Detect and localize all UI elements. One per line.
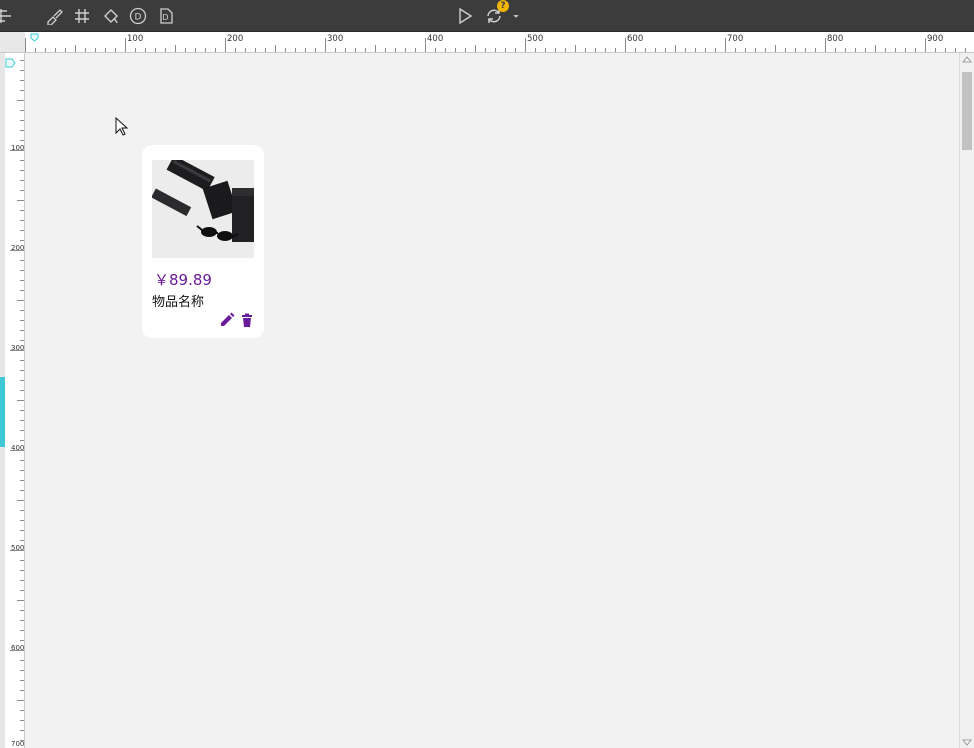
d-page-icon[interactable]: D xyxy=(156,6,176,26)
product-card[interactable]: ￥89.89 物品名称 xyxy=(142,145,264,338)
svg-text:D: D xyxy=(162,13,168,22)
ruler-top-label: 600 xyxy=(627,34,644,44)
ruler-left-label: 400 xyxy=(11,444,25,452)
scroll-down-icon[interactable] xyxy=(962,737,972,747)
fill-icon[interactable] xyxy=(100,6,120,26)
scrollbar-thumb[interactable] xyxy=(962,72,972,150)
product-name: 物品名称 xyxy=(152,295,205,310)
ruler-origin-marker-icon[interactable] xyxy=(30,33,39,42)
ruler-top-label: 300 xyxy=(327,34,344,44)
ruler-left-marker-icon[interactable] xyxy=(5,58,16,68)
dropdown-arrow-icon[interactable] xyxy=(508,6,524,26)
play-icon[interactable] xyxy=(455,6,475,26)
ruler-top-label: 200 xyxy=(227,34,244,44)
ruler-top: 100 200 300 400 500 600 700 800 900 xyxy=(25,32,974,53)
delete-icon[interactable] xyxy=(239,312,255,330)
ruler-top-label: 500 xyxy=(527,34,544,44)
sunglasses-case-photo xyxy=(152,160,254,258)
ruler-left-label: 200 xyxy=(11,244,25,252)
ruler-corner xyxy=(0,32,26,53)
brush-icon[interactable] xyxy=(44,6,64,26)
ruler-left-label: 100 xyxy=(11,144,25,152)
ruler-left-label: 700 xyxy=(11,740,25,748)
scroll-up-icon[interactable] xyxy=(962,55,972,65)
product-price: ￥89.89 xyxy=(154,271,212,289)
svg-text:D: D xyxy=(135,13,142,23)
ruler-top-label: 400 xyxy=(427,34,444,44)
vertical-scrollbar[interactable] xyxy=(959,53,974,748)
product-image xyxy=(152,160,254,258)
ruler-top-label: 100 xyxy=(127,34,144,44)
edit-icon[interactable] xyxy=(219,312,235,330)
top-toolbar: D D ? xyxy=(0,0,974,32)
ruler-top-label: 700 xyxy=(727,34,744,44)
d-circle-icon[interactable]: D xyxy=(128,6,148,26)
ruler-left: 100 200 300 400 500 600 700 xyxy=(5,53,25,748)
align-icon[interactable] xyxy=(0,6,14,26)
ruler-left-label: 500 xyxy=(11,544,25,552)
ruler-left-label: 600 xyxy=(11,644,25,652)
ruler-top-label: 800 xyxy=(827,34,844,44)
mouse-cursor-icon xyxy=(115,117,129,136)
grid-icon[interactable] xyxy=(72,6,92,26)
ruler-top-label: 900 xyxy=(927,34,944,44)
ruler-left-label: 300 xyxy=(11,344,25,352)
